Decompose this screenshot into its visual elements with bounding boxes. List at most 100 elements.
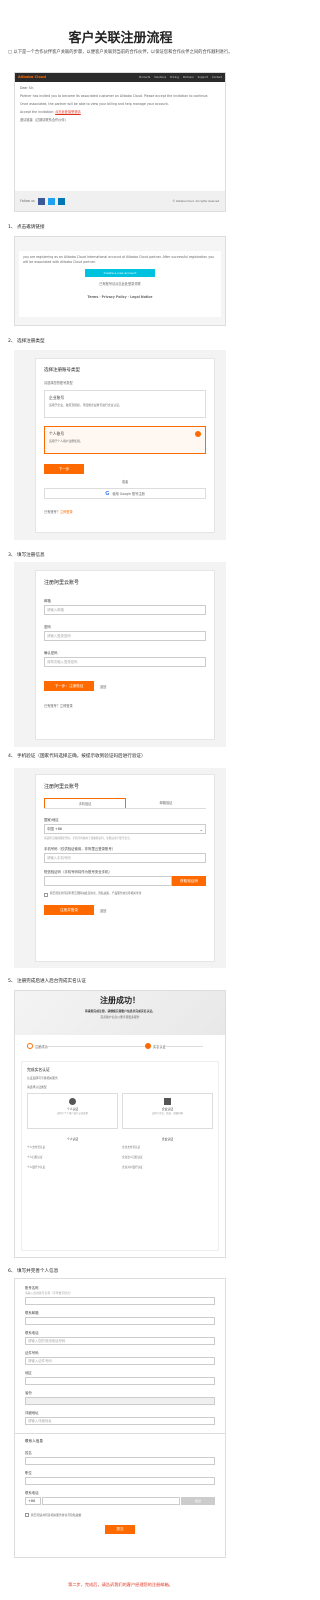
id-number-label: 证件号码 xyxy=(25,1351,39,1355)
agree-checkbox[interactable] xyxy=(44,893,48,897)
nav-item[interactable]: Contact xyxy=(212,76,222,79)
address-field[interactable]: 请输入详细地址 xyxy=(25,1417,215,1425)
verify-phone-button[interactable]: 验证 xyxy=(181,1497,215,1505)
create-account-button[interactable]: Create a new account xyxy=(85,269,155,277)
or-divider: 或者 xyxy=(121,480,129,484)
contact-email-field[interactable] xyxy=(25,1317,215,1325)
option-personal[interactable]: 个人账号 适用于个人用户注册使用。 xyxy=(44,426,206,454)
next-button[interactable]: 下一步 xyxy=(44,464,84,474)
user-icon xyxy=(69,1098,76,1105)
option-enterprise-auth[interactable]: 企业认证 适用于企业、政府、组织机构 xyxy=(122,1093,213,1129)
tab-email-verification[interactable]: 邮箱验证 xyxy=(126,798,206,808)
country-select[interactable]: 中国 +86 ⌄ xyxy=(44,824,206,834)
verify-title: 注册阿里云账号 xyxy=(44,784,80,790)
register-login-button[interactable]: 注册并登录 xyxy=(44,905,94,915)
verification-panel: 注册阿里云账号 手机验证 邮箱验证 国家/地区 中国 +86 ⌄ 请选择正确的国… xyxy=(14,768,226,968)
option-personal-auth-desc: 适用于个人用户进行认证使用 xyxy=(56,1112,89,1115)
country-label: 国家/地区 xyxy=(44,818,59,822)
nav-item[interactable]: Support xyxy=(198,76,208,79)
nav-item[interactable]: Pricing xyxy=(170,76,179,79)
building-icon xyxy=(164,1098,171,1105)
google-icon: G xyxy=(105,490,110,497)
card-title: 完成实名认证 xyxy=(27,1067,50,1072)
submit-registration-button[interactable]: 下一步：注册验证 xyxy=(44,681,94,691)
col2-line[interactable]: 企业支付宝认证 xyxy=(122,1145,213,1149)
google-signup-button[interactable]: G 使用 Google 账号注册 xyxy=(44,488,206,499)
code-field[interactable] xyxy=(44,876,172,886)
register-type-panel: 选择注册账号类型 请选择您的账号类型 企业账号 适用于企业、政府及组织，可使用企… xyxy=(14,350,226,540)
existing-account-link[interactable]: 已有账号请点击此处登录关联 xyxy=(23,281,217,286)
confirm-password-label: 确认密码 xyxy=(44,651,58,655)
email-preview: Alibaba Cloud Products Solutions Pricing… xyxy=(14,72,226,212)
nav-item[interactable]: Partners xyxy=(183,76,194,79)
verification-card: 完成实名认证 认证后即可享受相关服务 请选择认证类型 个人认证 适用于个人用户进… xyxy=(21,1061,219,1251)
province-select[interactable] xyxy=(25,1397,215,1405)
region-select[interactable] xyxy=(25,1377,215,1385)
nav-item[interactable]: Products xyxy=(139,76,150,79)
invitation-link[interactable]: 点击此处接受邀请 xyxy=(55,110,81,114)
email-field[interactable]: 请输入邮箱 xyxy=(44,605,206,615)
option-enterprise[interactable]: 企业账号 适用于企业、政府及组织，可使用企业账号进行企业认证。 xyxy=(44,390,206,418)
facebook-icon[interactable] xyxy=(37,197,45,205)
step-1-label: 1、 点击邀请链接 xyxy=(8,225,45,230)
col2-line[interactable]: 企业对公银行认证 xyxy=(122,1165,213,1169)
col1-line[interactable]: 个人扫脸认证 xyxy=(27,1155,118,1159)
option-personal-desc: 适用于个人用户注册使用。 xyxy=(49,439,83,443)
success-banner: 注册成功！ 恭喜您完成注册，请继续完善账户信息并完成实名认证。 完善账户信息以便… xyxy=(15,991,225,1035)
option-personal-auth[interactable]: 个人认证 适用于个人用户进行认证使用 xyxy=(27,1093,118,1129)
step-5-label: 5、 注册完成后进入后台完成实名认证 xyxy=(8,979,86,984)
confirm-password-field[interactable]: 请再次输入登录密码 xyxy=(44,657,206,667)
profile-submit-button[interactable]: 提交 xyxy=(105,1525,135,1534)
password-field[interactable]: 请输入登录密码 xyxy=(44,631,206,641)
tab-phone-verification[interactable]: 手机验证 xyxy=(44,798,126,808)
phone-field[interactable]: 请输入手机号码 xyxy=(44,853,206,863)
get-code-button[interactable]: 获取验证码 xyxy=(172,876,206,886)
page-intro: □ 以下是一个合作伙伴客户关联的步骤，以便客户关联到当前的合作伙伴，以保证您和合… xyxy=(8,50,233,55)
progress-step-1: 注册成功 xyxy=(35,1044,48,1049)
email-copyright: © Alibaba Cloud. All rights reserved. xyxy=(172,199,220,203)
email-nav: Products Solutions Pricing Partners Supp… xyxy=(139,76,222,79)
page-title: 客户关联注册流程 xyxy=(68,31,173,46)
invitation-link-2[interactable]: 邀请链接（过期请联系合作伙伴） xyxy=(20,117,220,122)
contact-title-field[interactable] xyxy=(25,1477,215,1485)
region-label: 地区 xyxy=(25,1371,32,1375)
country-code-select[interactable]: +86 xyxy=(25,1497,41,1505)
account-name-field[interactable] xyxy=(25,1297,215,1305)
contact-phone-field[interactable]: 请输入您的常用电话号码 xyxy=(25,1337,215,1345)
step-done-icon xyxy=(27,1043,33,1049)
email-body-2: Once associated, the partner will be abl… xyxy=(20,101,169,106)
country-note: 请选择正确的国家代码，手机号码将用于接收验证码，注册后用于账号安全。 xyxy=(44,837,133,840)
contact-name-field[interactable] xyxy=(25,1457,215,1465)
contact-tel-field[interactable] xyxy=(42,1497,180,1505)
option-personal-title: 个人账号 xyxy=(49,431,65,436)
option-enterprise-desc: 适用于企业、政府及组织，可使用企业账号进行企业认证。 xyxy=(49,403,122,407)
col2-line[interactable]: 企业法人扫脸认证 xyxy=(122,1155,213,1159)
progress-steps: 注册成功 实名认证 xyxy=(27,1041,213,1057)
col1-line[interactable]: 个人银行卡认证 xyxy=(27,1165,118,1169)
twitter-icon[interactable] xyxy=(47,197,55,205)
verify-back-link[interactable]: 返回 xyxy=(100,908,106,913)
footer-follow: Follow us xyxy=(20,199,35,203)
form-footer: 已有账号？立即登录 xyxy=(44,704,73,708)
id-number-field[interactable]: 请输入证件号码 xyxy=(25,1357,215,1365)
checked-icon xyxy=(195,431,201,437)
nav-item[interactable]: Solutions xyxy=(154,76,166,79)
step-3-label: 3、 填写注册信息 xyxy=(8,553,45,558)
profile-agree-checkbox[interactable] xyxy=(25,1513,29,1517)
linkedin-icon[interactable] xyxy=(57,197,65,205)
alibaba-logo: Alibaba Cloud xyxy=(18,75,46,79)
back-link[interactable]: 返回 xyxy=(100,684,106,689)
email-greeting: Dear Sir, xyxy=(20,86,34,90)
registration-form-panel: 注册阿里云账号 邮箱 请输入邮箱 密码 请输入登录密码 确认密码 请再次输入登录… xyxy=(14,562,226,747)
profile-form-panel: 账号名称 请输入您的账号名称（字母数字组合） 联系邮箱 联系电话 请输入您的常用… xyxy=(14,1278,226,1558)
account-name-hint: 请输入您的账号名称（字母数字组合） xyxy=(25,1291,73,1295)
invite-panel: you are registering as an Alibaba Cloud … xyxy=(14,236,226,326)
contact-phone-label: 联系电话 xyxy=(25,1331,39,1335)
agree-text: 我已阅读并同意阿里云国际站会员协议、隐私政策、产品服务协议等相关条款 xyxy=(50,891,142,895)
success-sub-1: 恭喜您完成注册，请继续完善账户信息并完成实名认证。 xyxy=(85,1009,155,1013)
col1-line[interactable]: 个人支付宝认证 xyxy=(27,1145,118,1149)
login-link[interactable]: 立即登录 xyxy=(60,510,73,514)
contact-tel-label: 联系电话 xyxy=(25,1491,39,1495)
profile-agree-text: 我已阅读并同意相关服务协议与隐私政策 xyxy=(31,1513,82,1517)
form-title: 注册阿里云账号 xyxy=(44,580,80,586)
